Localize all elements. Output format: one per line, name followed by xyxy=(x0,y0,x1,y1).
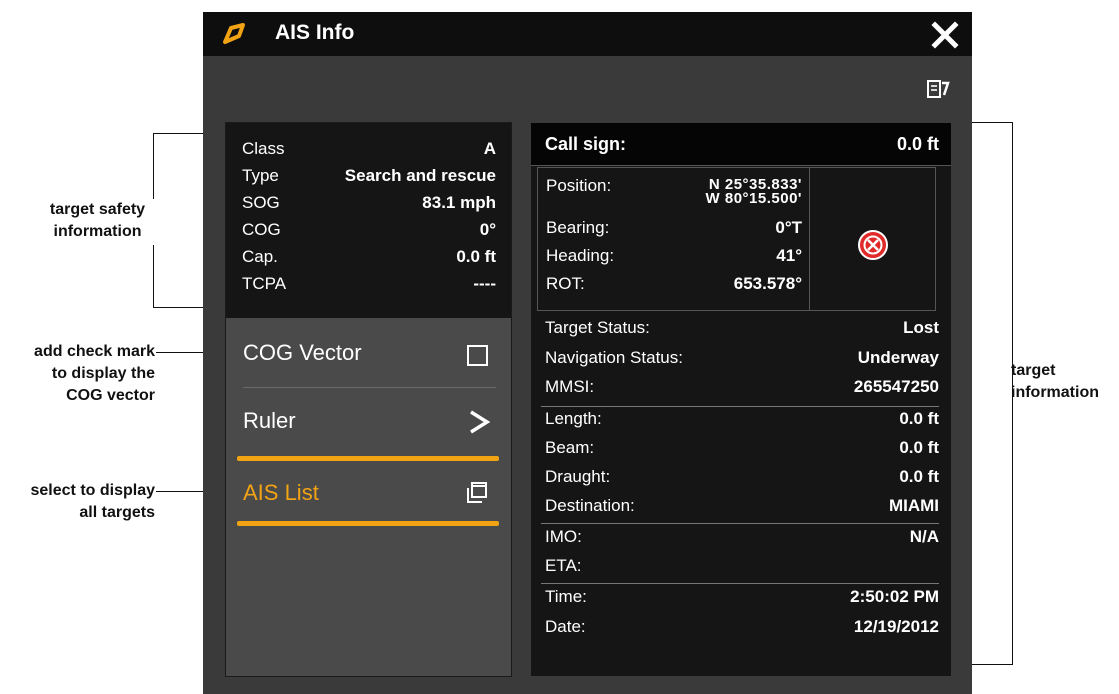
call-sign-header: Call sign: 0.0 ft xyxy=(531,123,951,166)
safety-label: SOG xyxy=(242,193,280,212)
title-bar: AIS Info xyxy=(203,12,972,56)
ais-list-accent-bar xyxy=(237,521,499,526)
ruler-accent-bar xyxy=(237,456,499,461)
safety-row-tcpa: TCPA ---- xyxy=(242,271,496,298)
info-row-length: Length: 0.0 ft xyxy=(545,406,939,433)
info-label: Target Status: xyxy=(545,318,650,337)
lost-target-icon xyxy=(858,230,888,260)
callout-target-info: target information xyxy=(1011,362,1099,401)
info-value: MIAMI xyxy=(888,496,939,515)
ruler-label: Ruler xyxy=(243,408,296,433)
safety-value: 0° xyxy=(479,220,496,239)
info-value: 0.0 ft xyxy=(899,438,939,457)
rot-value: 653.578° xyxy=(733,274,802,293)
info-value: Lost xyxy=(903,318,939,337)
safety-label: TCPA xyxy=(242,274,287,293)
stacked-windows-icon xyxy=(467,482,487,503)
heading-value: 41° xyxy=(776,246,802,265)
position-label: Position: xyxy=(546,176,612,195)
info-row-navigation-status: Navigation Status: Underway xyxy=(545,345,939,372)
info-value: 12/19/2012 xyxy=(853,617,939,636)
rot-label: ROT: xyxy=(546,274,585,293)
info-value: N/A xyxy=(909,527,939,546)
info-label: IMO: xyxy=(545,527,582,546)
safety-value: Search and rescue xyxy=(344,166,496,185)
info-value: 265547250 xyxy=(853,377,939,396)
close-icon[interactable] xyxy=(930,20,960,50)
safety-row-sog: SOG 83.1 mph xyxy=(242,190,496,217)
info-label: Destination: xyxy=(545,496,635,515)
callout-bracket-target-vertical xyxy=(1012,122,1013,665)
info-row-draught: Draught: 0.0 ft xyxy=(545,464,939,491)
safety-label: COG xyxy=(242,220,281,239)
info-label: ETA: xyxy=(545,556,582,575)
info-label: MMSI: xyxy=(545,377,595,396)
safety-row-cog: COG 0° xyxy=(242,217,496,244)
safety-value: 83.1 mph xyxy=(422,193,496,212)
info-row-date: Date: 12/19/2012 xyxy=(545,614,939,641)
target-info-panel: Call sign: 0.0 ft Position: N 25°35.833'… xyxy=(530,122,952,677)
safety-label: Cap. xyxy=(242,247,278,266)
safety-value: 0.0 ft xyxy=(456,247,496,266)
safety-value: A xyxy=(483,139,496,158)
info-row-beam: Beam: 0.0 ft xyxy=(545,435,939,462)
safety-row-type: Type Search and rescue xyxy=(242,163,496,190)
callout-cog-check: add check mark to display the COG vector xyxy=(34,343,155,404)
info-row-target-status: Target Status: Lost xyxy=(545,315,939,342)
list-page-icon[interactable] xyxy=(926,78,950,100)
safety-value: ---- xyxy=(473,274,496,293)
info-value: 0.0 ft xyxy=(899,409,939,428)
position-longitude: W 80°15.500' xyxy=(705,190,802,207)
info-value: Underway xyxy=(857,348,939,367)
info-label: Beam: xyxy=(545,438,595,457)
menu-divider xyxy=(243,387,496,388)
info-value: 2:50:02 PM xyxy=(850,587,939,606)
ruler-button[interactable]: Ruler xyxy=(226,391,511,451)
ais-list-label: AIS List xyxy=(243,480,319,505)
position-details: Position: N 25°35.833' W 80°15.500' Bear… xyxy=(538,168,810,310)
info-row-destination: Destination: MIAMI xyxy=(545,493,939,520)
cog-vector-checkbox[interactable] xyxy=(467,345,488,366)
position-box: Position: N 25°35.833' W 80°15.500' Bear… xyxy=(537,167,936,311)
cog-vector-toggle[interactable]: COG Vector xyxy=(226,323,511,383)
window-title: AIS Info xyxy=(275,21,355,44)
callout-ais-list: select to display all targets xyxy=(30,482,156,521)
safety-row-class: Class A xyxy=(242,136,496,163)
bearing-label: Bearing: xyxy=(546,218,610,237)
callout-bracket-safety-vertical xyxy=(153,133,154,199)
info-label: Draught: xyxy=(545,467,611,486)
info-row-imo: IMO: N/A xyxy=(545,524,939,551)
info-label: Time: xyxy=(545,587,587,606)
safety-label: Type xyxy=(242,166,279,185)
info-row-time: Time: 2:50:02 PM xyxy=(545,584,939,611)
safety-row-cap: Cap. 0.0 ft xyxy=(242,244,496,271)
target-safety-info: Class A Type Search and rescue SOG 83.1 … xyxy=(226,123,511,318)
left-panel: Class A Type Search and rescue SOG 83.1 … xyxy=(225,122,512,677)
info-label: Navigation Status: xyxy=(545,348,683,367)
position-value: N 25°35.833' W 80°15.500' xyxy=(705,177,802,207)
callout-safety-info: target safety information xyxy=(49,201,146,240)
heading-label: Heading: xyxy=(546,246,615,265)
call-sign-label: Call sign: xyxy=(545,134,627,154)
info-row-eta: ETA: xyxy=(545,553,939,580)
chevron-right-icon xyxy=(470,410,491,434)
info-label: Date: xyxy=(545,617,586,636)
cog-vector-label: COG Vector xyxy=(243,340,362,365)
ais-info-window: AIS Info Class A Type Search and rescue … xyxy=(203,12,972,694)
callout-bracket-safety-vertical-2 xyxy=(153,245,154,308)
info-row-mmsi: MMSI: 265547250 xyxy=(545,374,939,401)
info-value: 0.0 ft xyxy=(899,467,939,486)
call-sign-value: 0.0 ft xyxy=(896,134,939,154)
position-row: Position: N 25°35.833' W 80°15.500' xyxy=(546,176,802,210)
bearing-value: 0°T xyxy=(775,218,802,237)
info-label: Length: xyxy=(545,409,602,428)
safety-label: Class xyxy=(242,139,285,158)
ais-list-button[interactable]: AIS List xyxy=(226,463,511,523)
ais-target-icon xyxy=(223,23,245,44)
